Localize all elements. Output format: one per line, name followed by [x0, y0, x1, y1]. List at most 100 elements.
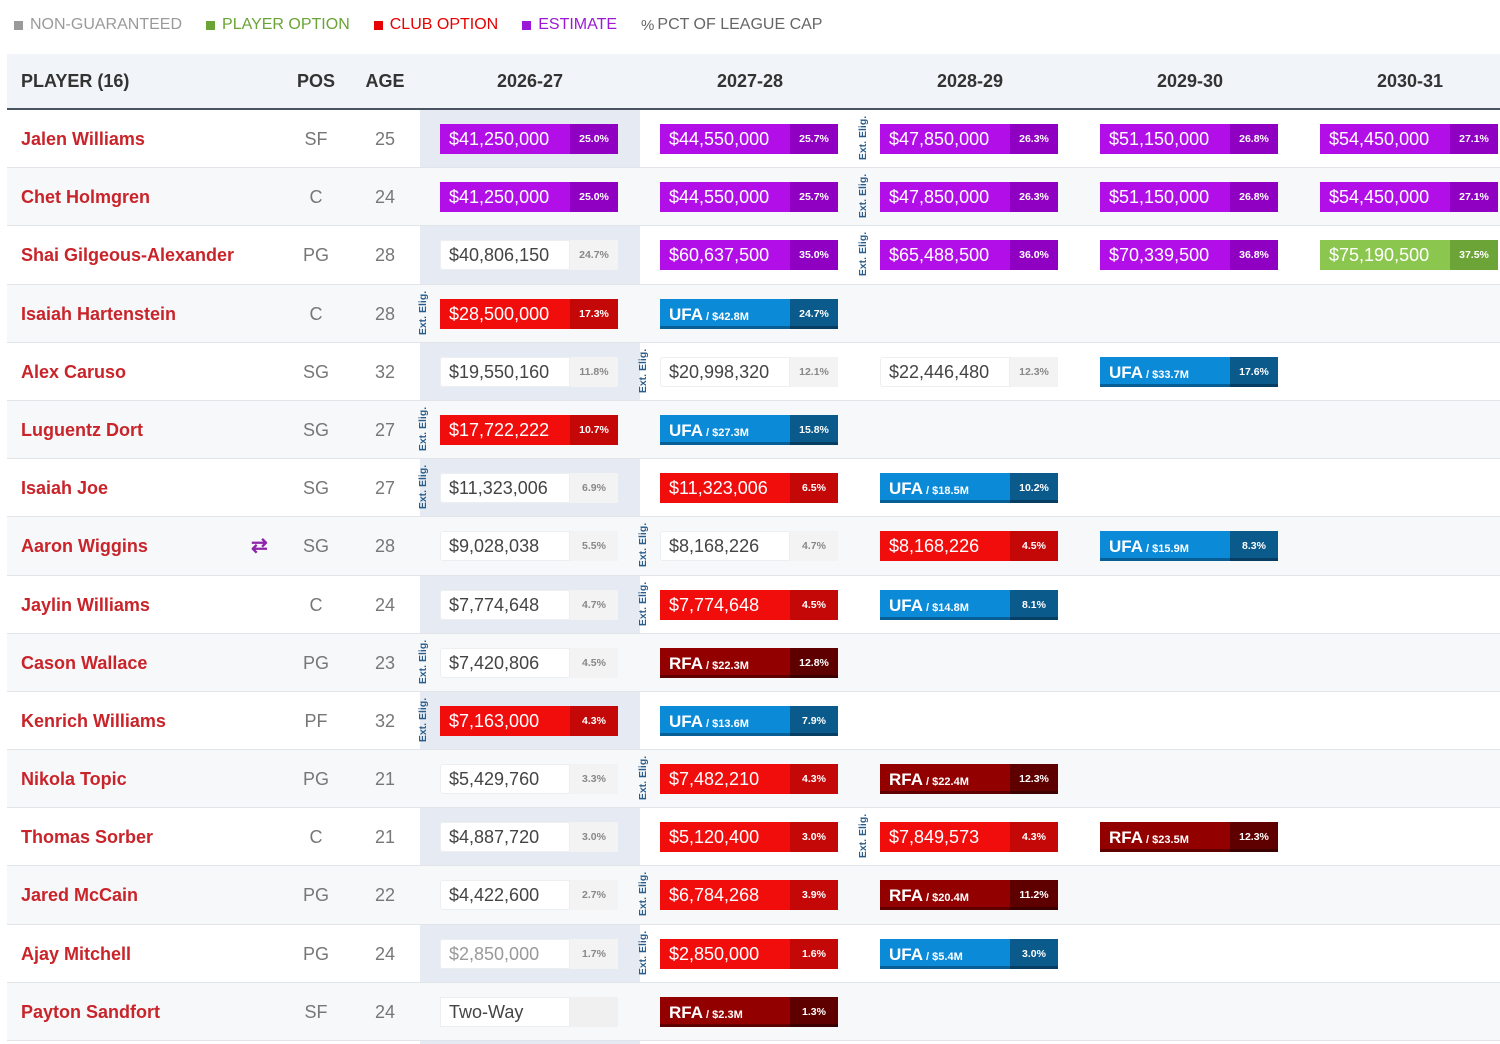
- salary-cell[interactable]: UFA / $14.8M 8.1%: [880, 589, 1058, 620]
- player-name-link[interactable]: Payton Sandfort: [21, 983, 160, 1041]
- salary-cell[interactable]: RFA / $20.4M 11.2%: [880, 880, 1058, 911]
- cap-percent: 25.0%: [570, 124, 618, 154]
- table-row: Aaron Wiggins ⇄ SG 28 $9,028,038 5.5% Ext. Eli…: [7, 517, 1500, 576]
- player-name-link[interactable]: Jalen Williams: [21, 110, 145, 168]
- salary-cell[interactable]: $6,784,268 3.9%: [660, 880, 838, 911]
- player-name-link[interactable]: Chet Holmgren: [21, 168, 150, 226]
- salary-cell[interactable]: $8,168,226 4.7%: [660, 531, 838, 562]
- salary-cell[interactable]: $4,422,600 2.7%: [440, 880, 618, 911]
- salary-cell[interactable]: $11,323,006 6.5%: [660, 473, 838, 504]
- player-name-link[interactable]: Shai Gilgeous-Alexander: [21, 226, 234, 284]
- salary-cell[interactable]: $54,450,000 27.1%: [1320, 182, 1498, 213]
- salary-cell[interactable]: $11,323,006 6.9%: [440, 473, 618, 504]
- player-name-link[interactable]: Kenrich Williams: [21, 692, 166, 750]
- salary-cell[interactable]: Two-Way: [440, 996, 618, 1027]
- header-year-1[interactable]: 2026-27: [420, 54, 640, 108]
- player-name-link[interactable]: Alex Caruso: [21, 343, 126, 401]
- legend-label: NON-GUARANTEED: [30, 16, 183, 33]
- cap-percent: 7.9%: [790, 705, 838, 736]
- cap-percent: 2.7%: [570, 880, 618, 911]
- salary-cell[interactable]: $44,550,000 25.7%: [660, 182, 838, 213]
- salary-cell[interactable]: UFA / $13.6M 7.9%: [660, 705, 838, 736]
- table-row: Kenrich Williams PF 32 Ext. Elig. $7,163,000…: [7, 692, 1500, 751]
- salary-cell[interactable]: UFA / $42.8M 24.7%: [660, 298, 838, 329]
- salary-cell[interactable]: $65,488,500 36.0%: [880, 240, 1058, 271]
- salary-cell[interactable]: $75,190,500 37.5%: [1320, 240, 1498, 271]
- salary-cell[interactable]: $2,850,000 1.6%: [660, 938, 838, 969]
- header-year-5[interactable]: 2030-31: [1300, 54, 1500, 108]
- header-year-2[interactable]: 2027-28: [640, 54, 860, 108]
- salary-amount: $4,887,720: [440, 822, 570, 853]
- salary-amount: $41,250,000: [440, 124, 570, 154]
- cap-percent: 4.5%: [570, 647, 618, 678]
- legend-label: ESTIMATE: [538, 16, 618, 33]
- salary-cell[interactable]: UFA / $33.7M 17.6%: [1100, 356, 1278, 387]
- salary-cell[interactable]: $2,850,000 1.7%: [440, 938, 618, 969]
- salary-cell[interactable]: $5,429,760 3.3%: [440, 764, 618, 795]
- cap-percent: 1.3%: [790, 996, 838, 1027]
- salary-cell[interactable]: $7,849,573 4.3%: [880, 822, 1058, 853]
- legend-label: PLAYER OPTION: [222, 16, 350, 33]
- salary-cell[interactable]: $7,420,806 4.5%: [440, 647, 618, 678]
- extension-eligible-tag: Ext. Elig.: [416, 640, 430, 686]
- player-name-link[interactable]: Jared McCain: [21, 866, 138, 924]
- player-name-link[interactable]: Luguentz Dort: [21, 401, 143, 459]
- header-age[interactable]: AGE: [355, 54, 415, 108]
- salary-amount: $70,339,500: [1100, 240, 1230, 271]
- salary-cell[interactable]: $7,774,648 4.5%: [660, 589, 838, 620]
- salary-cell[interactable]: $28,500,000 17.3%: [440, 298, 618, 329]
- salary-cell[interactable]: $47,850,000 26.3%: [880, 124, 1058, 154]
- salary-cell[interactable]: RFA / $22.3M 12.8%: [660, 647, 838, 678]
- header-player[interactable]: PLAYER (16): [21, 54, 129, 108]
- header-year-4[interactable]: 2029-30: [1080, 54, 1300, 108]
- salary-cell[interactable]: $22,446,480 12.3%: [880, 356, 1058, 387]
- salary-cell[interactable]: $7,774,648 4.7%: [440, 589, 618, 620]
- salary-amount: $65,488,500: [880, 240, 1010, 271]
- salary-cell[interactable]: $5,120,400 3.0%: [660, 822, 838, 853]
- table-row: Shai Gilgeous-Alexander PG 28 $40,806,150 24…: [7, 226, 1500, 285]
- salary-cell[interactable]: $47,850,000 26.3%: [880, 182, 1058, 213]
- salary-cell[interactable]: $70,339,500 36.8%: [1100, 240, 1278, 271]
- salary-cell[interactable]: $7,163,000 4.3%: [440, 705, 618, 736]
- player-name-link[interactable]: Isaiah Hartenstein: [21, 285, 176, 343]
- header-year-3[interactable]: 2028-29: [860, 54, 1080, 108]
- player-name-link[interactable]: Isaiah Joe: [21, 459, 108, 517]
- cap-hold-amount: / $33.7M: [1143, 368, 1189, 381]
- salary-cell[interactable]: $51,150,000 26.8%: [1100, 124, 1278, 154]
- salary-cell[interactable]: $4,887,720 3.0%: [440, 822, 618, 853]
- player-name-link[interactable]: Thomas Sorber: [21, 808, 153, 866]
- player-age: 23: [374, 652, 396, 673]
- table-row: Isaiah Joe SG 27 Ext. Elig. $11,323,006 6.9% $…: [7, 459, 1500, 518]
- player-name-link[interactable]: Nikola Topic: [21, 750, 127, 808]
- salary-cell[interactable]: RFA / $23.5M 12.3%: [1100, 822, 1278, 853]
- salary-cell[interactable]: $40,806,150 24.7%: [440, 240, 618, 271]
- salary-cell[interactable]: $54,450,000 27.1%: [1320, 124, 1498, 154]
- salary-cell[interactable]: $20,998,320 12.1%: [660, 356, 838, 387]
- salary-cell[interactable]: $60,637,500 35.0%: [660, 240, 838, 271]
- salary-cell[interactable]: $8,168,226 4.5%: [880, 531, 1058, 562]
- salary-cell[interactable]: $41,250,000 25.0%: [440, 182, 618, 213]
- player-name-link[interactable]: Ajay Mitchell: [21, 925, 131, 983]
- extension-eligible-tag: Ext. Elig.: [856, 814, 870, 860]
- salary-cell[interactable]: $19,550,160 11.8%: [440, 356, 618, 387]
- salary-cell[interactable]: UFA / $15.9M 8.3%: [1100, 531, 1278, 562]
- salary-cell[interactable]: $41,250,000 25.0%: [440, 124, 618, 154]
- salary-cell[interactable]: RFA / $22.4M 12.3%: [880, 764, 1058, 795]
- player-name-link[interactable]: Jaylin Williams: [21, 576, 150, 634]
- cap-hold-amount: / $42.8M: [703, 310, 749, 323]
- salary-cell[interactable]: RFA / $2.3M 1.3%: [660, 996, 838, 1027]
- salary-cell[interactable]: $51,150,000 26.8%: [1100, 182, 1278, 213]
- player-name-link[interactable]: Cason Wallace: [21, 634, 147, 692]
- salary-cell[interactable]: UFA / $18.5M 10.2%: [880, 473, 1058, 504]
- salary-cell[interactable]: $9,028,038 5.5%: [440, 531, 618, 562]
- salary-cell[interactable]: $44,550,000 25.7%: [660, 124, 838, 154]
- player-age: 28: [374, 245, 396, 266]
- salary-cell[interactable]: UFA / $27.3M 15.8%: [660, 414, 838, 445]
- player-position: SF: [304, 129, 328, 149]
- salary-cell[interactable]: $7,482,210 4.3%: [660, 764, 838, 795]
- player-name-link[interactable]: Aaron Wiggins: [21, 517, 148, 575]
- header-pos[interactable]: POS: [281, 54, 351, 108]
- salary-cell[interactable]: UFA / $5.4M 3.0%: [880, 938, 1058, 969]
- salary-cell[interactable]: $17,722,222 10.7%: [440, 414, 618, 445]
- trade-icon[interactable]: ⇄: [251, 517, 268, 575]
